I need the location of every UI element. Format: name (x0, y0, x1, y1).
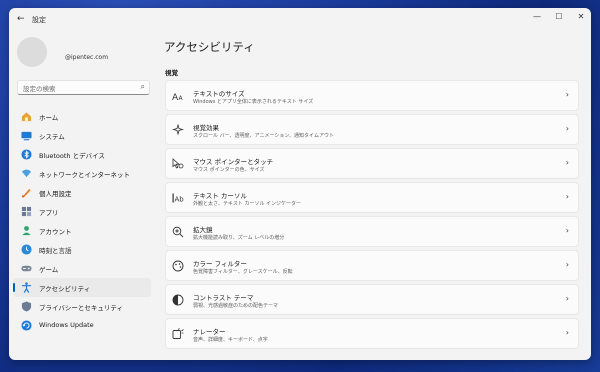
sidebar-item-apps[interactable]: アプリ (13, 202, 151, 221)
card-text-cursor[interactable]: Ab テキスト カーソル 外観と太さ、テキスト カーソル インジケーター › (165, 182, 579, 213)
app-title: 設定 (32, 16, 46, 24)
sidebar-item-label: 時刻と言語 (39, 247, 72, 255)
card-description: 色覚障害フィルター、グレースケール、反転 (193, 269, 293, 275)
card-description: スクロール バー、透明度、アニメーション、通知タイムアウト (193, 133, 334, 139)
sidebar-item-label: ネットワークとインターネット (39, 171, 130, 179)
card-title: カラー フィルター (193, 260, 247, 268)
sidebar-item-accessibility[interactable]: アクセシビリティ (13, 278, 151, 297)
card-title: 拡大鏡 (193, 226, 213, 234)
sidebar-nav: ホーム システム Bluetooth とデバイス ネットワークとインターネット (13, 107, 151, 335)
sidebar-item-label: 個人用設定 (39, 190, 72, 198)
section-heading: 視覚 (165, 69, 178, 77)
card-color-filter[interactable]: カラー フィルター 色覚障害フィルター、グレースケール、反転 › (165, 250, 579, 281)
gaming-icon (21, 263, 32, 274)
card-narrator[interactable]: ナレーター 音声、詳細度、キーボード、点字 › (165, 318, 579, 349)
magnifier-icon (172, 226, 184, 238)
maximize-button[interactable]: ☐ (551, 12, 567, 21)
bluetooth-icon (21, 149, 32, 160)
sidebar-item-gaming[interactable]: ゲーム (13, 259, 151, 278)
sidebar-item-network[interactable]: ネットワークとインターネット (13, 164, 151, 183)
sidebar-item-label: アプリ (39, 209, 59, 217)
chevron-right-icon: › (565, 328, 569, 337)
card-mouse-pointer[interactable]: マウス ポインターとタッチ マウス ポインターの色、サイズ › (165, 148, 579, 179)
sidebar-item-bluetooth[interactable]: Bluetooth とデバイス (13, 145, 151, 164)
text-size-icon: AA (172, 90, 184, 102)
sidebar-item-label: Windows Update (39, 321, 94, 329)
sidebar-item-label: システム (39, 133, 65, 141)
sidebar-item-label: ゲーム (39, 266, 59, 274)
system-icon (21, 130, 32, 141)
account-icon (21, 225, 32, 236)
svg-text:Ab: Ab (175, 196, 185, 204)
accessibility-icon (21, 282, 32, 293)
card-title: テキストのサイズ (193, 90, 245, 98)
text-cursor-icon: Ab (172, 192, 184, 204)
card-description: 拡大機能読み取り、ズーム レベルの増分 (193, 235, 285, 241)
card-contrast-themes[interactable]: コントラスト テーマ 弱視、光感過敏症のための配色テーマ › (165, 284, 579, 315)
personalization-icon (21, 187, 32, 198)
sidebar-item-label: アカウント (39, 228, 72, 236)
chevron-right-icon: › (565, 124, 569, 133)
card-description: 外観と太さ、テキスト カーソル インジケーター (193, 201, 302, 207)
title-bar: ← 設定 — ☐ ✕ (9, 8, 591, 30)
sidebar-item-time-language[interactable]: 時刻と言語 (13, 240, 151, 259)
search-placeholder: 設定の検索 (23, 85, 56, 93)
card-title: マウス ポインターとタッチ (193, 158, 274, 166)
card-description: マウス ポインターの色、サイズ (193, 167, 265, 173)
card-title: 視覚効果 (193, 124, 219, 132)
sidebar-item-privacy[interactable]: プライバシーとセキュリティ (13, 297, 151, 316)
settings-window: ← 設定 — ☐ ✕ @ipentec.com 設定の検索 ⌕ ホーム システム (9, 8, 591, 360)
card-magnifier[interactable]: 拡大鏡 拡大機能読み取り、ズーム レベルの増分 › (165, 216, 579, 247)
search-input[interactable]: 設定の検索 ⌕ (17, 80, 150, 95)
sidebar-item-personalization[interactable]: 個人用設定 (13, 183, 151, 202)
chevron-right-icon: › (565, 226, 569, 235)
sidebar: @ipentec.com 設定の検索 ⌕ ホーム システム Bluetooth … (9, 30, 159, 360)
network-icon (21, 168, 32, 179)
card-title: テキスト カーソル (193, 192, 247, 200)
chevron-right-icon: › (565, 158, 569, 167)
back-button[interactable]: ← (17, 14, 25, 24)
chevron-right-icon: › (565, 294, 569, 303)
mouse-pointer-icon (172, 158, 184, 170)
card-text-size[interactable]: AA テキストのサイズ Windows とアプリ全体に表示されるテキスト サイズ… (165, 80, 579, 111)
sidebar-item-home[interactable]: ホーム (13, 107, 151, 126)
sidebar-item-label: Bluetooth とデバイス (39, 152, 105, 160)
chevron-right-icon: › (565, 90, 569, 99)
user-email: @ipentec.com (65, 54, 109, 61)
privacy-icon (21, 301, 32, 312)
sidebar-item-accounts[interactable]: アカウント (13, 221, 151, 240)
search-icon[interactable]: ⌕ (141, 82, 145, 92)
sidebar-item-windows-update[interactable]: Windows Update (13, 316, 151, 335)
sidebar-item-label: アクセシビリティ (39, 285, 91, 293)
main-content: アクセシビリティ 視覚 AA テキストのサイズ Windows とアプリ全体に表… (164, 30, 591, 360)
card-description: 弱視、光感過敏症のための配色テーマ (193, 303, 279, 309)
avatar[interactable] (17, 37, 47, 67)
card-title: コントラスト テーマ (193, 294, 254, 302)
contrast-icon (172, 294, 184, 306)
chevron-right-icon: › (565, 192, 569, 201)
card-visual-effects[interactable]: 視覚効果 スクロール バー、透明度、アニメーション、通知タイムアウト › (165, 114, 579, 145)
time-language-icon (21, 244, 32, 255)
page-title: アクセシビリティ (164, 40, 255, 54)
svg-text:A: A (179, 95, 184, 102)
close-button[interactable]: ✕ (573, 12, 589, 21)
visual-effects-icon (172, 124, 184, 136)
sidebar-item-label: ホーム (39, 114, 59, 122)
sidebar-item-system[interactable]: システム (13, 126, 151, 145)
minimize-button[interactable]: — (529, 12, 545, 21)
sidebar-item-label: プライバシーとセキュリティ (39, 304, 123, 312)
chevron-right-icon: › (565, 260, 569, 269)
card-description: Windows とアプリ全体に表示されるテキスト サイズ (193, 99, 314, 105)
card-description: 音声、詳細度、キーボード、点字 (193, 337, 268, 343)
windows-update-icon (21, 320, 32, 331)
color-filter-icon (172, 260, 184, 272)
card-title: ナレーター (193, 328, 226, 336)
apps-icon (21, 206, 32, 217)
home-icon (21, 111, 32, 122)
narrator-icon (172, 328, 184, 340)
